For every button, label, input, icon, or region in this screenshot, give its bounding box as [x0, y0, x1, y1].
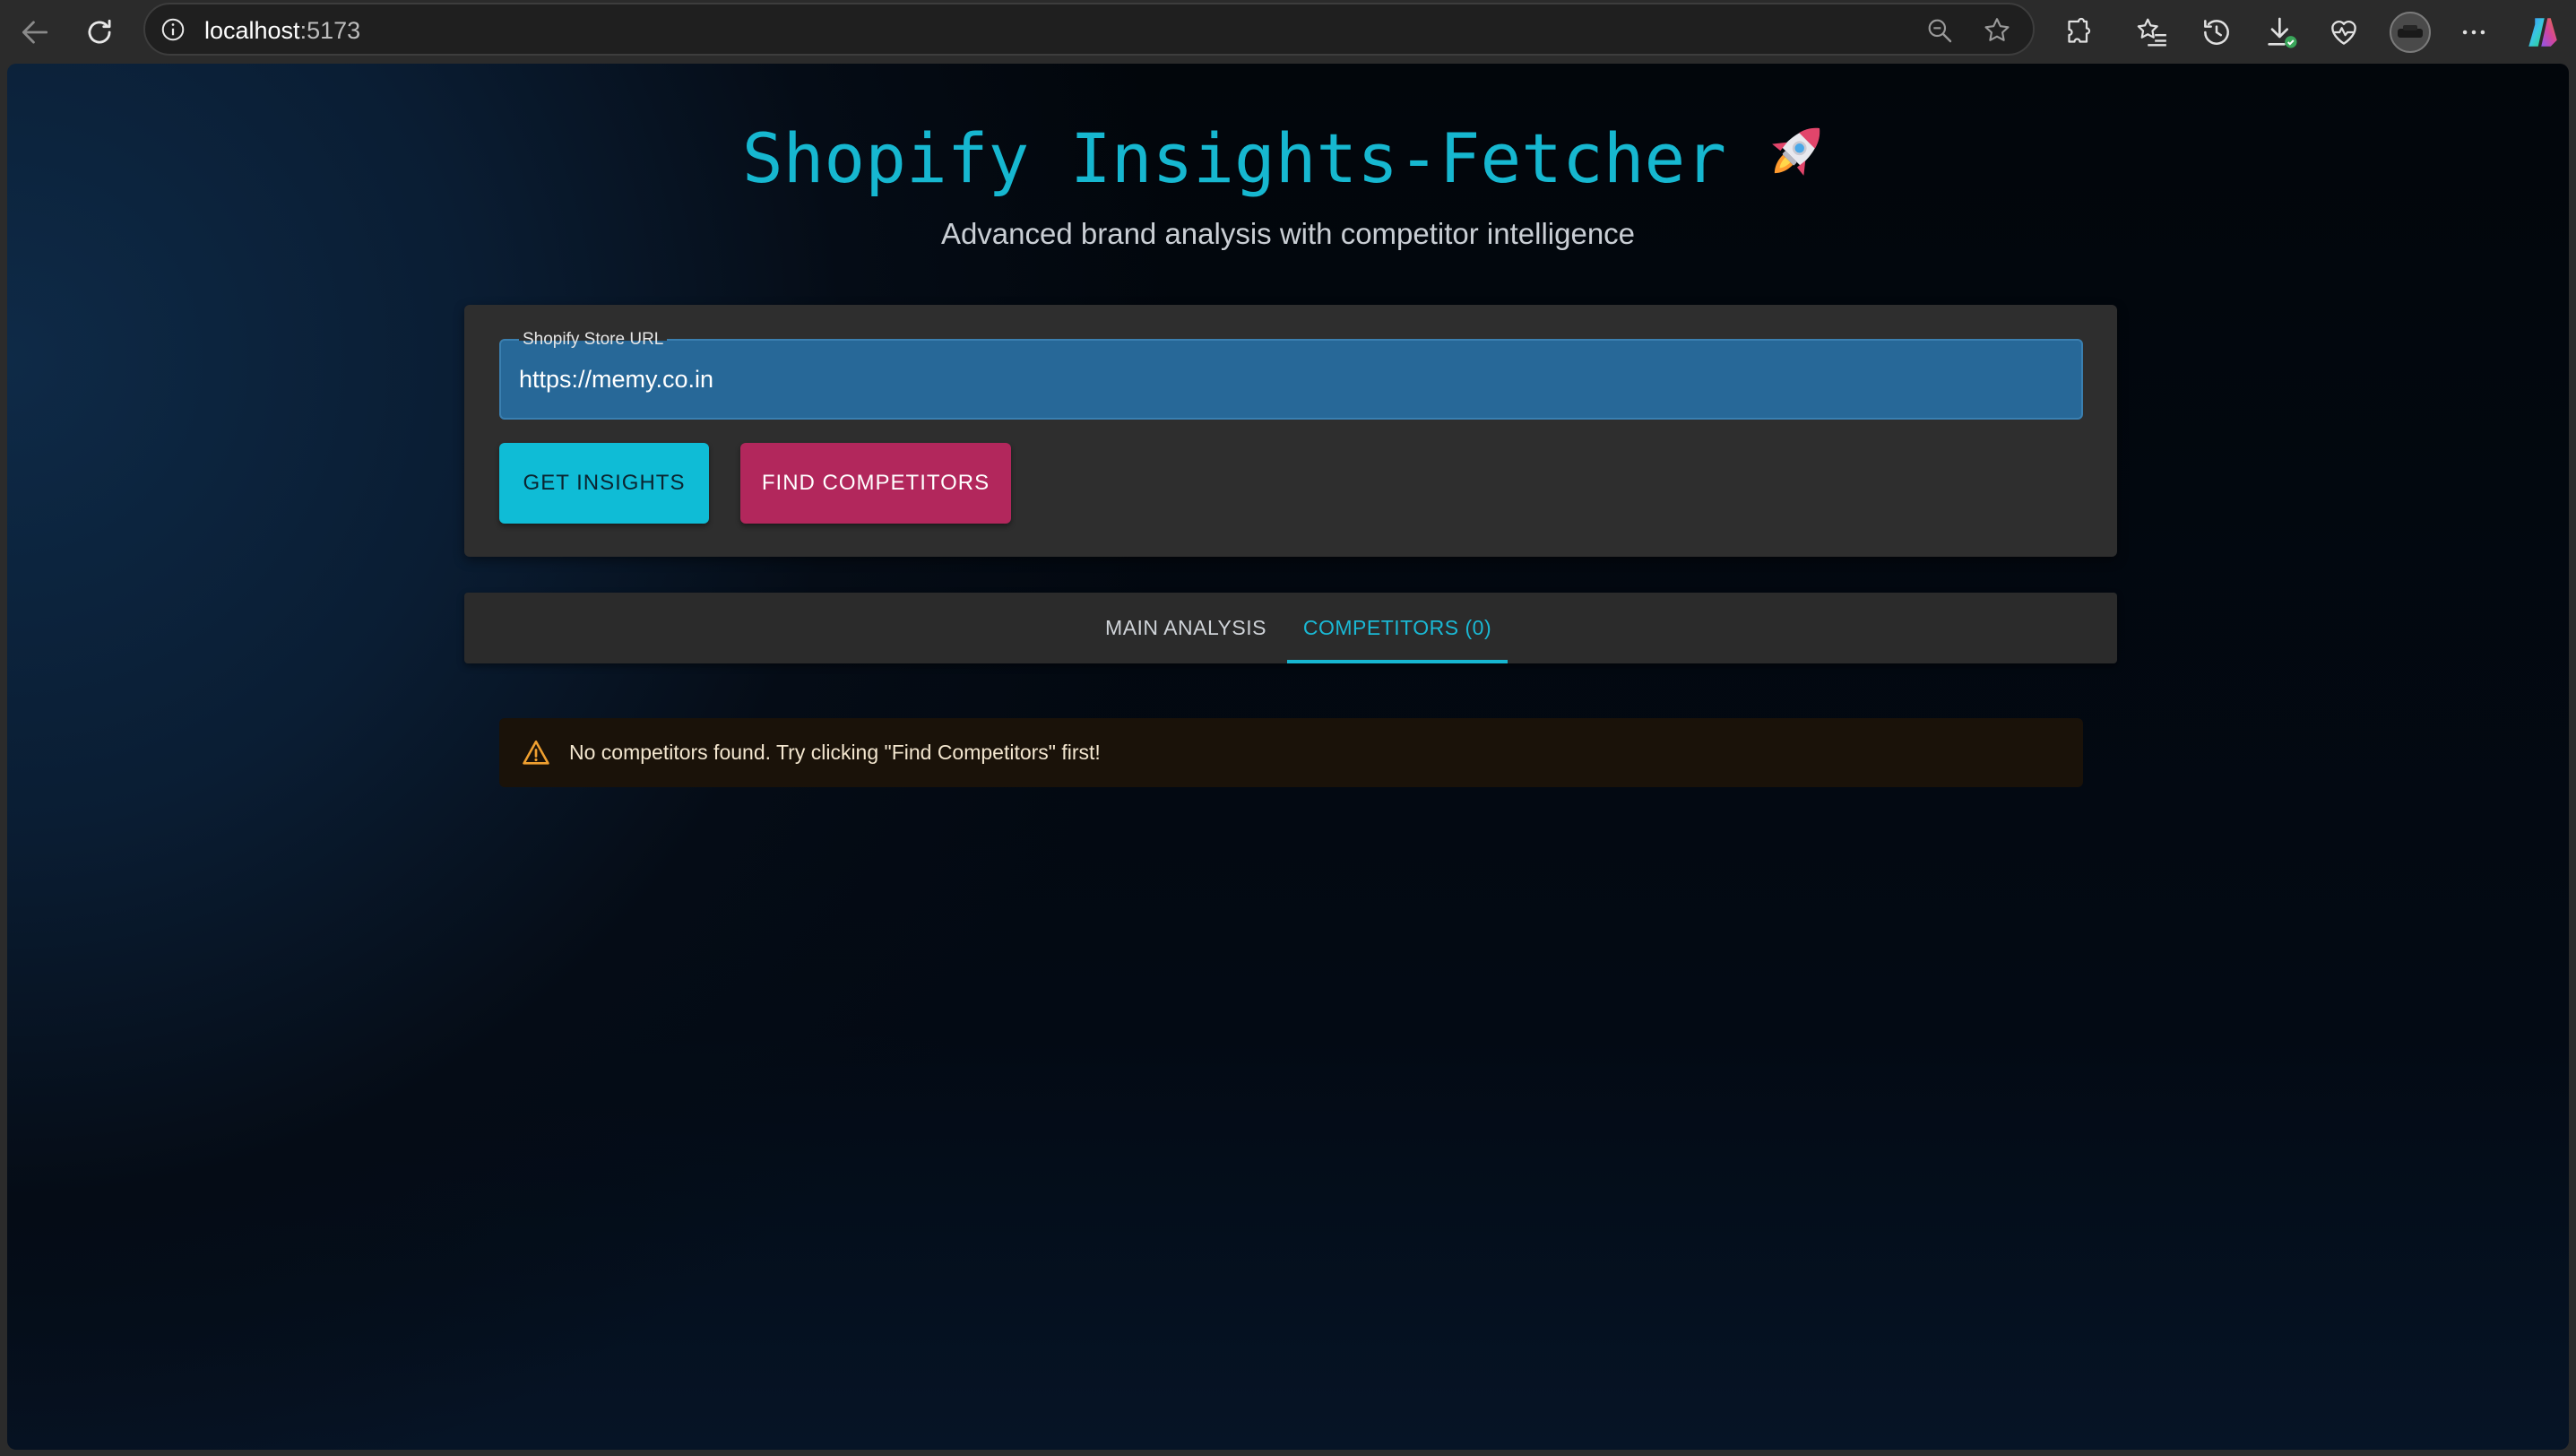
- url-host: localhost: [204, 17, 300, 44]
- get-insights-button[interactable]: GET INSIGHTS: [499, 443, 709, 524]
- page-subtitle: Advanced brand analysis with competitor …: [940, 217, 1636, 250]
- alert-message: No competitors found. Try clicking "Find…: [569, 741, 1101, 764]
- arrow-left-icon: [22, 21, 48, 44]
- zoom-out-icon[interactable]: [1923, 14, 1956, 47]
- page-viewport: Shopify Insights-Fetcher Advanced brand …: [7, 64, 2569, 1450]
- extensions-button[interactable]: [2053, 6, 2105, 58]
- copilot-icon: [2528, 18, 2557, 47]
- warning-icon: [523, 740, 549, 765]
- info-icon[interactable]: [160, 16, 186, 43]
- tab-main-analysis[interactable]: MAIN ANALYSIS: [1087, 593, 1284, 663]
- search-form-card: Shopify Store URL GET INSIGHTS FIND COMP…: [464, 305, 2117, 557]
- analysis-tabs: MAIN ANALYSIS COMPETITORS (0): [464, 593, 2117, 663]
- page-title: Shopify Insights-Fetcher: [7, 114, 2569, 204]
- store-url-input[interactable]: [519, 341, 2043, 418]
- find-competitors-button[interactable]: FIND COMPETITORS: [740, 443, 1011, 524]
- copilot-button[interactable]: [2517, 6, 2569, 58]
- avatar: [2390, 12, 2431, 53]
- url-text[interactable]: localhost:5173: [204, 16, 360, 45]
- favorites-list-icon: [2137, 18, 2166, 47]
- tab-competitors[interactable]: COMPETITORS (0): [1287, 593, 1508, 663]
- no-competitors-alert: No competitors found. Try clicking "Find…: [499, 718, 2083, 787]
- reload-icon: [88, 19, 111, 44]
- url-port: :5173: [299, 17, 361, 44]
- history-icon: [2204, 20, 2229, 45]
- more-dots-icon: [2462, 30, 2485, 35]
- favorites-button[interactable]: [2126, 6, 2178, 58]
- address-bar[interactable]: localhost:5173: [143, 3, 2035, 56]
- back-button[interactable]: [9, 6, 61, 58]
- active-tab-indicator: [1287, 660, 1508, 663]
- puzzle-icon: [2068, 17, 2091, 43]
- browser-toolbar: localhost:5173: [0, 0, 2576, 64]
- profile-button[interactable]: [2384, 6, 2436, 58]
- star-icon[interactable]: [1981, 14, 2013, 47]
- downloads-button[interactable]: [2255, 6, 2307, 58]
- title-text: Shopify Insights-Fetcher: [741, 118, 1727, 198]
- history-button[interactable]: [2191, 6, 2243, 58]
- heart-pulse-icon: [2331, 20, 2356, 45]
- store-url-field[interactable]: Shopify Store URL: [499, 330, 2083, 420]
- download-icon: [2268, 17, 2297, 48]
- more-button[interactable]: [2448, 6, 2500, 58]
- reload-button[interactable]: [73, 6, 125, 58]
- rocket-icon: [1772, 127, 1820, 176]
- performance-button[interactable]: [2318, 6, 2370, 58]
